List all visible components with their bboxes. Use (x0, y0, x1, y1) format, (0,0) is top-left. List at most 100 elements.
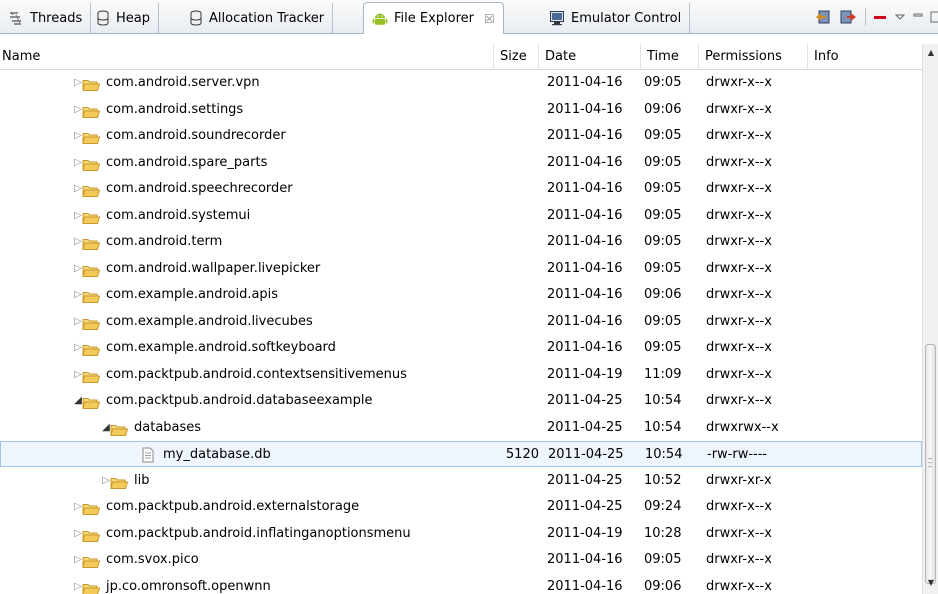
tab-heap[interactable]: Heap (88, 3, 159, 33)
item-permissions: drwxr-x--x (706, 181, 772, 196)
item-name: com.packtpub.android.inflatinganoptionsm… (106, 525, 411, 541)
toolbar-separator (865, 8, 866, 26)
folder-row[interactable]: ◢ databases 2011-04-25 10:54 drwxrwx--x (0, 415, 922, 441)
item-permissions: drwxr-x--x (706, 207, 772, 223)
item-date: 2011-04-16 (547, 128, 623, 143)
item-time: 09:24 (644, 499, 682, 514)
folder-row[interactable]: ▷ com.android.soundrecorder 2011-04-16 09:0… (0, 123, 922, 149)
item-name: com.example.android.apis (106, 287, 279, 302)
column-header-permissions[interactable]: Permissions (699, 44, 808, 70)
tab-file-explorer[interactable]: File Explorer ☒ (363, 2, 504, 34)
scroll-up-icon[interactable]: ▲ (923, 48, 938, 57)
item-time: 09:06 (644, 578, 682, 594)
item-permissions: drwxr-x--x (706, 260, 772, 276)
delete-icon[interactable] (872, 9, 888, 25)
item-permissions: drwxr-x--x (706, 366, 772, 382)
view-menu-icon[interactable] (894, 11, 906, 23)
item-date: 2011-04-16 (547, 552, 623, 567)
item-date: 2011-04-16 (547, 154, 623, 170)
grip-icon: – – – (928, 454, 933, 472)
item-name: com.example.android.livecubes (106, 313, 313, 329)
tab-threads[interactable]: Threads (0, 3, 92, 33)
item-date: 2011-04-25 (547, 472, 623, 488)
folder-row[interactable]: ▷ com.android.spare_parts 2011-04-16 09:05 d… (0, 150, 922, 176)
tab-allocation-tracker[interactable]: Allocation Tracker (181, 3, 334, 33)
tab-emulator-control[interactable]: Emulator Control (541, 3, 691, 33)
item-date: 2011-04-16 (547, 181, 623, 196)
item-name: lib (134, 472, 150, 488)
folder-row[interactable]: ▷ com.packtpub.android.inflatinganoptions… (0, 521, 922, 547)
folder-row[interactable]: ▷ lib 2011-04-25 10:52 drwxr-xr-x (0, 468, 922, 494)
item-date: 2011-04-19 (547, 525, 623, 541)
tab-label: Emulator Control (571, 10, 682, 26)
tab-label: Allocation Tracker (209, 10, 325, 26)
item-time: 10:54 (644, 419, 682, 435)
item-name: com.android.spare_parts (106, 154, 268, 170)
folder-row[interactable]: ▷ jp.co.omronsoft.openwnn 2011-04-16 09:06 d… (0, 574, 922, 594)
folder-row[interactable]: ▷ com.android.settings 2011-04-16 09:06 drwx… (0, 97, 922, 123)
column-header-name[interactable]: Name (0, 44, 494, 70)
folder-icon (82, 580, 101, 594)
item-permissions: drwxr-x--x (706, 101, 772, 117)
item-time: 11:09 (644, 366, 682, 382)
item-permissions: drwxr-x--x (706, 313, 772, 329)
item-time: 09:06 (644, 101, 682, 117)
maximize-icon[interactable] (930, 10, 938, 24)
pull-file-icon[interactable] (815, 8, 833, 26)
item-name: com.android.settings (106, 101, 244, 117)
item-permissions: drwxr-x--x (706, 525, 772, 541)
item-permissions: drwxr-x--x (706, 287, 772, 302)
item-time: 10:54 (644, 393, 682, 408)
folder-row[interactable]: ▷ com.svox.pico 2011-04-16 09:05 drwxr-x--x (0, 547, 922, 573)
folder-row[interactable]: ▷ com.packtpub.android.contextsensitiveme… (0, 362, 922, 388)
file-row[interactable]: my_database.db 5120 2011-04-25 10:54 -rw-rw-… (0, 441, 922, 467)
close-tab-icon[interactable]: ☒ (484, 12, 495, 26)
view-toolbar (809, 5, 938, 29)
column-header-info[interactable]: Info (808, 44, 922, 70)
item-time: 09:06 (644, 287, 682, 302)
item-date: 2011-04-16 (547, 287, 623, 302)
item-name: com.android.wallpaper.livepicker (106, 260, 321, 276)
column-header-time[interactable]: Time (641, 44, 699, 70)
item-time: 09:05 (644, 340, 682, 355)
vertical-scrollbar[interactable]: ▲ – – – ▼ (922, 44, 938, 594)
folder-row[interactable]: ▷ com.android.speechrecorder 2011-04-16 09:… (0, 176, 922, 202)
item-name: com.android.systemui (106, 207, 251, 223)
folder-row[interactable]: ▷ com.android.wallpaper.livepicker 2011-04… (0, 256, 922, 282)
item-size: 5120 (505, 447, 539, 462)
item-name: com.packtpub.android.databaseexample (106, 393, 373, 408)
push-file-icon[interactable] (839, 8, 857, 26)
tab-label: Threads (30, 10, 83, 26)
folder-row[interactable]: ▷ com.android.systemui 2011-04-16 09:05 drwx… (0, 203, 922, 229)
item-date: 2011-04-16 (547, 260, 623, 276)
folder-row[interactable]: ▷ com.example.android.apis 2011-04-16 09:06… (0, 282, 922, 308)
item-time: 10:54 (645, 447, 683, 462)
folder-row[interactable]: ◢ com.packtpub.android.databaseexample 201… (0, 388, 922, 414)
item-time: 09:05 (644, 181, 682, 196)
emulator-icon (549, 10, 565, 26)
item-permissions: drwxr-x--x (706, 128, 772, 143)
scroll-down-icon[interactable]: ▼ (923, 578, 938, 587)
table-header: Name Size Date Time Permissions Info (0, 44, 922, 70)
item-date: 2011-04-16 (547, 75, 623, 90)
threads-icon (8, 10, 24, 26)
scrollbar-thumb[interactable]: – – – (925, 344, 936, 584)
folder-row[interactable]: ▷ com.android.server.vpn 2011-04-16 09:05 dr… (0, 70, 922, 96)
folder-row[interactable]: ▷ com.example.android.livecubes 2011-04-16… (0, 309, 922, 335)
folder-row[interactable]: ▷ com.android.term 2011-04-16 09:05 drwxr-x-… (0, 229, 922, 255)
folder-row[interactable]: ▷ com.packtpub.android.externalstorage 201… (0, 494, 922, 520)
heap-icon (96, 10, 110, 26)
item-name: databases (134, 419, 202, 435)
folder-row[interactable]: ▷ com.example.android.softkeyboard 2011-04… (0, 335, 922, 361)
minimize-icon[interactable] (912, 11, 924, 23)
item-permissions: drwxr-x--x (706, 340, 772, 355)
item-permissions: -rw-rw---- (707, 447, 768, 462)
item-date: 2011-04-25 (547, 419, 623, 435)
column-header-size[interactable]: Size (494, 44, 539, 70)
item-name: my_database.db (163, 447, 271, 462)
item-time: 09:05 (644, 207, 682, 223)
column-header-date[interactable]: Date (539, 44, 641, 70)
item-permissions: drwxr-x--x (706, 578, 772, 594)
item-time: 10:52 (644, 472, 682, 488)
item-date: 2011-04-16 (547, 234, 623, 249)
